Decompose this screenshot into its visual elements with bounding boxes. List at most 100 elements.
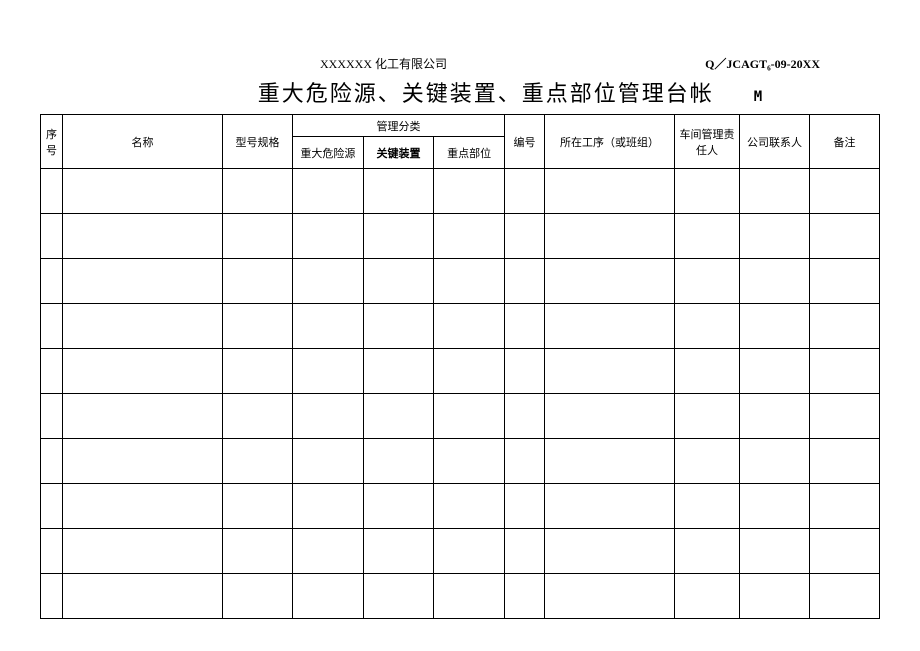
table-cell [675, 394, 740, 439]
table-cell [505, 484, 545, 529]
table-row [41, 394, 880, 439]
table-cell [675, 439, 740, 484]
col-process: 所在工序（或班组） [545, 115, 675, 169]
table-cell [63, 259, 223, 304]
table-row [41, 484, 880, 529]
table-cell [63, 349, 223, 394]
table-cell [223, 349, 293, 394]
col-cat-major: 重大危险源 [293, 137, 364, 169]
table-cell [675, 529, 740, 574]
table-cell [675, 259, 740, 304]
table-cell [505, 349, 545, 394]
table-cell [545, 169, 675, 214]
table-cell [545, 529, 675, 574]
table-cell [675, 349, 740, 394]
col-model: 型号规格 [223, 115, 293, 169]
table-body [41, 169, 880, 619]
table-cell [740, 529, 810, 574]
table-cell [810, 484, 880, 529]
table-cell [293, 349, 364, 394]
table-cell [293, 259, 364, 304]
table-cell [740, 349, 810, 394]
table-cell [293, 574, 364, 619]
table-row [41, 574, 880, 619]
table-cell [810, 574, 880, 619]
table-cell [545, 574, 675, 619]
table-cell [675, 169, 740, 214]
title-row: 重大危险源、关键装置、重点部位管理台帐 M [40, 76, 880, 108]
table-cell [434, 169, 505, 214]
table-cell [63, 484, 223, 529]
table-cell [223, 214, 293, 259]
table-cell [41, 349, 63, 394]
table-cell [505, 439, 545, 484]
table-row [41, 169, 880, 214]
title-suffix: M [754, 89, 762, 105]
table-cell [363, 529, 434, 574]
table-cell [434, 304, 505, 349]
table-cell [41, 529, 63, 574]
table-cell [41, 439, 63, 484]
table-cell [505, 259, 545, 304]
table-cell [434, 439, 505, 484]
table-cell [363, 574, 434, 619]
table-cell [810, 169, 880, 214]
table-cell [810, 394, 880, 439]
table-cell [223, 304, 293, 349]
table-cell [505, 394, 545, 439]
table-cell [505, 304, 545, 349]
table-cell [63, 529, 223, 574]
col-number: 编号 [505, 115, 545, 169]
table-cell [434, 394, 505, 439]
table-cell [675, 574, 740, 619]
table-cell [810, 349, 880, 394]
header-row: XXXXXX 化工有限公司 Q／JCAGT₆-09-20XX [40, 55, 880, 72]
table-cell [434, 529, 505, 574]
table-cell [223, 574, 293, 619]
table-cell [363, 394, 434, 439]
table-row [41, 529, 880, 574]
table-row [41, 214, 880, 259]
table-cell [545, 304, 675, 349]
table-cell [223, 259, 293, 304]
table-cell [810, 304, 880, 349]
table-cell [545, 484, 675, 529]
col-seq: 序号 [41, 115, 63, 169]
table-cell [363, 304, 434, 349]
col-remark: 备注 [810, 115, 880, 169]
col-cat-point: 重点部位 [434, 137, 505, 169]
col-responsible: 车间管理责任人 [675, 115, 740, 169]
table-cell [223, 484, 293, 529]
table-cell [63, 214, 223, 259]
table-cell [293, 169, 364, 214]
table-cell [434, 574, 505, 619]
table-cell [293, 304, 364, 349]
table-cell [505, 574, 545, 619]
table-cell [293, 214, 364, 259]
table-cell [810, 214, 880, 259]
company-name: XXXXXX 化工有限公司 [320, 55, 447, 72]
table-cell [545, 394, 675, 439]
table-cell [63, 439, 223, 484]
table-row [41, 304, 880, 349]
table-cell [675, 214, 740, 259]
table-cell [810, 439, 880, 484]
table-cell [740, 394, 810, 439]
table-cell [505, 529, 545, 574]
table-cell [293, 394, 364, 439]
col-contact: 公司联系人 [740, 115, 810, 169]
table-cell [293, 529, 364, 574]
table-cell [41, 394, 63, 439]
table-cell [740, 214, 810, 259]
table-cell [545, 349, 675, 394]
table-cell [505, 169, 545, 214]
table-cell [545, 439, 675, 484]
table-cell [740, 484, 810, 529]
table-cell [740, 439, 810, 484]
table-cell [293, 439, 364, 484]
table-cell [223, 529, 293, 574]
table-cell [434, 484, 505, 529]
table-cell [545, 259, 675, 304]
table-cell [41, 169, 63, 214]
table-cell [434, 259, 505, 304]
